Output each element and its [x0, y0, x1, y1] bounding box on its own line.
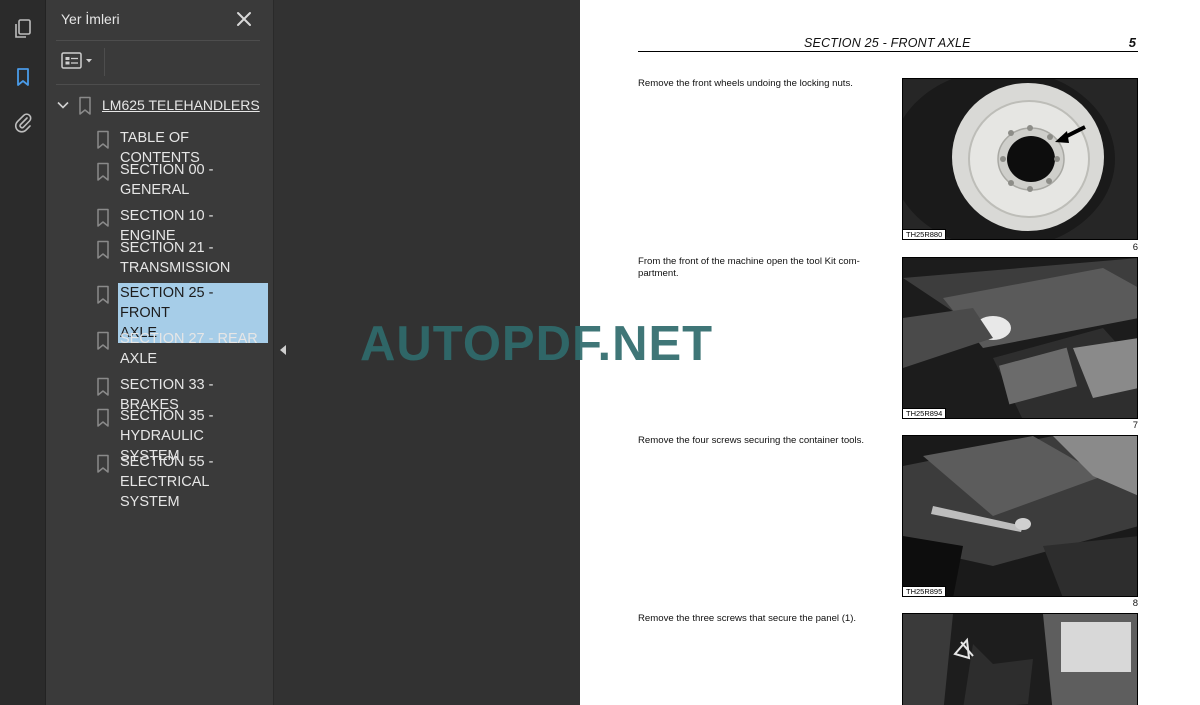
bookmark-icon: [96, 331, 110, 356]
panel-photo: [903, 614, 1137, 705]
bookmark-item-label[interactable]: SECTION 00 - GENERAL: [118, 160, 268, 200]
side-rail: [0, 0, 46, 705]
pages-button[interactable]: [8, 14, 38, 44]
bookmark-icon: [78, 96, 92, 121]
bookmark-icon: [96, 454, 110, 479]
bookmark-item[interactable]: SECTION 00 - GENERAL: [92, 160, 262, 202]
close-icon: [234, 12, 254, 33]
step-text: Remove the three screws that secure the …: [638, 613, 857, 624]
screws-photo: [903, 436, 1137, 596]
page-header: SECTION 25 - FRONT AXLE 5: [638, 35, 1138, 52]
figure-number: 7: [1132, 420, 1138, 431]
figure-photo: [902, 613, 1138, 705]
photo-reference: TH25R894: [903, 408, 947, 418]
figure-number: 8: [1132, 598, 1138, 609]
pdf-reader-window: Yer İmleri LM625 TELEHANDLERS TABLE OF C…: [0, 0, 1200, 705]
figure-photo: TH25R894: [902, 257, 1138, 419]
bookmark-item-selected[interactable]: SECTION 25 - FRONT AXLE: [92, 283, 268, 343]
collapse-panel-button[interactable]: [276, 340, 290, 364]
step-text: Remove the four screws securing the cont…: [638, 435, 865, 446]
bookmark-icon: [96, 162, 110, 187]
step-text: Remove the front wheels undoing the lock…: [638, 78, 853, 89]
bookmark-icon: [96, 130, 110, 155]
bookmark-item-label[interactable]: SECTION 55 - ELECTRICAL SYSTEM: [118, 452, 268, 512]
photo-reference: TH25R880: [903, 229, 947, 239]
bookmark-root-label[interactable]: LM625 TELEHANDLERS: [102, 97, 260, 113]
figure-photo: TH25R895: [902, 435, 1138, 597]
figure-photo: TH25R880: [902, 78, 1138, 240]
panel-title: Yer İmleri: [61, 11, 120, 27]
bookmark-item[interactable]: SECTION 27 - REAR AXLE: [92, 329, 262, 371]
bookmarks-button[interactable]: [8, 62, 38, 92]
photo-reference: TH25R895: [903, 586, 947, 596]
bookmark-icon: [12, 66, 34, 88]
bookmark-icon: [96, 240, 110, 265]
bookmark-item[interactable]: SECTION 35 - HYDRAULIC SYSTEM: [92, 406, 262, 464]
bookmark-item[interactable]: SECTION 21 - TRANSMISSION: [92, 238, 262, 280]
page-section-title: SECTION 25 - FRONT AXLE: [804, 36, 971, 50]
options-icon: [59, 50, 97, 77]
toolbar-separator: [104, 48, 105, 76]
collapse-left-icon: [279, 343, 287, 361]
bookmark-item-label[interactable]: SECTION 21 - TRANSMISSION: [118, 238, 268, 278]
bookmark-icon: [96, 408, 110, 433]
bookmark-icon: [96, 208, 110, 233]
figure-number: 6: [1132, 242, 1138, 253]
chevron-down-icon[interactable]: [56, 98, 70, 117]
page-number: 5: [1128, 35, 1136, 50]
bookmark-item[interactable]: TABLE OF CONTENTS: [92, 128, 262, 166]
bookmark-item-label[interactable]: SECTION 27 - REAR AXLE: [118, 329, 268, 369]
bookmark-icon: [96, 377, 110, 402]
attachment-icon: [12, 111, 34, 133]
wheel-photo: [903, 79, 1137, 239]
panel-divider: [56, 84, 260, 85]
toolkit-photo: [903, 258, 1137, 418]
bookmark-icon: [96, 285, 110, 310]
bookmark-options-button[interactable]: [59, 50, 97, 76]
watermark-text: AUTOPDF.NET: [360, 317, 714, 371]
bookmark-item[interactable]: SECTION 33 - BRAKES: [92, 375, 262, 413]
attachments-button[interactable]: [8, 107, 38, 137]
pages-icon: [12, 18, 34, 40]
bookmarks-panel: Yer İmleri LM625 TELEHANDLERS TABLE OF C…: [46, 0, 274, 705]
close-panel-button[interactable]: [234, 9, 254, 29]
bookmark-item[interactable]: SECTION 55 - ELECTRICAL SYSTEM: [92, 452, 262, 510]
bookmark-root[interactable]: LM625 TELEHANDLERS: [54, 94, 266, 118]
panel-divider: [56, 40, 260, 41]
step-text: From the front of the machine open the t…: [638, 256, 860, 279]
bookmark-item[interactable]: SECTION 10 - ENGINE: [92, 206, 262, 244]
